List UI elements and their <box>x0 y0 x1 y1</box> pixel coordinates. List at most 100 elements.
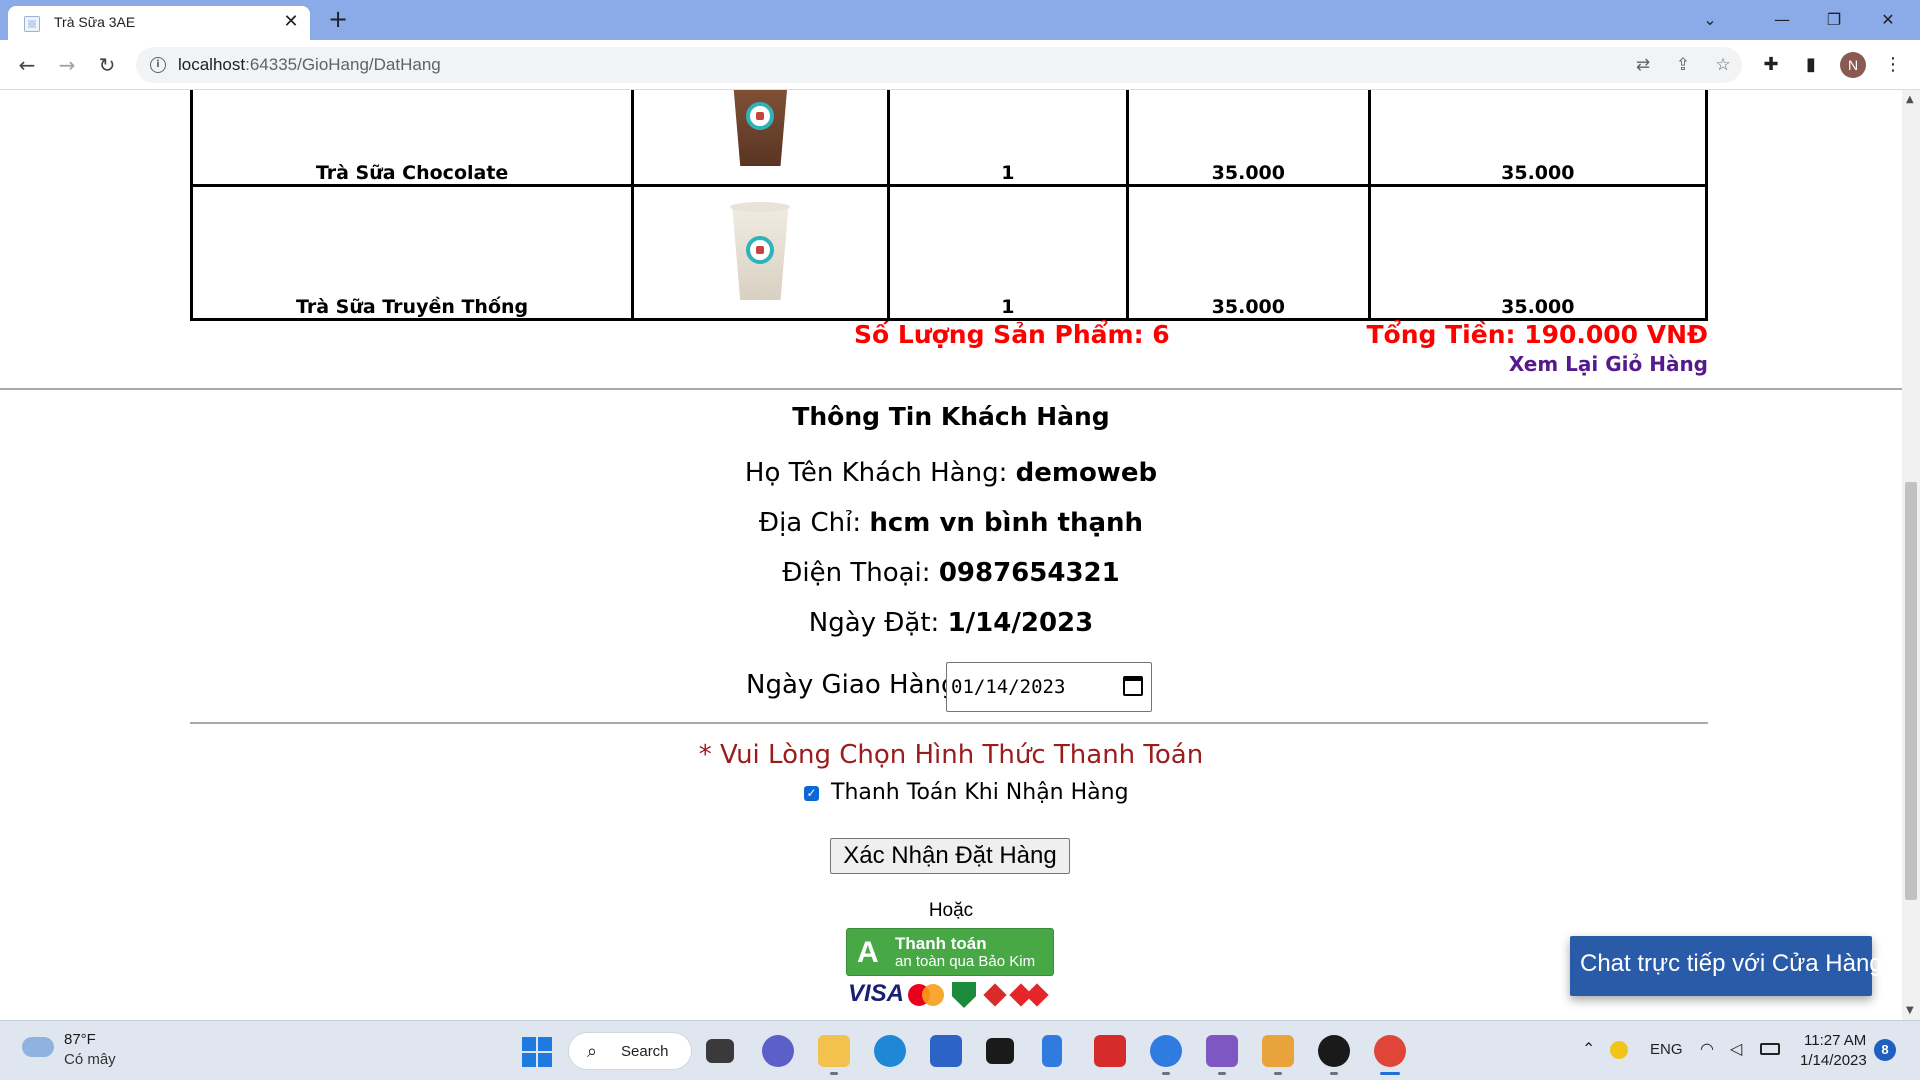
close-window-icon[interactable]: ✕ <box>1868 6 1908 34</box>
customer-name-value: demoweb <box>1015 458 1158 488</box>
confirm-order-button[interactable]: Xác Nhận Đặt Hàng <box>830 838 1070 874</box>
bank-shield-logo-icon <box>952 982 976 1008</box>
reload-icon[interactable]: ↻ <box>94 52 120 78</box>
browser-tab[interactable]: Trà Sữa 3AE ✕ <box>8 6 310 40</box>
battery-icon[interactable] <box>1760 1043 1780 1055</box>
product-price: 35.000 <box>1126 184 1371 321</box>
new-tab-icon[interactable]: + <box>326 7 350 32</box>
teams-chat-icon[interactable] <box>762 1035 794 1067</box>
profile-avatar[interactable]: N <box>1840 52 1866 78</box>
windows-taskbar: 87°F Có mây ⌕ Search ⌃ ENG ◠ ◁ 11:27 AM … <box>0 1020 1920 1080</box>
product-quantity: 1 <box>886 184 1130 321</box>
update-notification-icon[interactable] <box>1610 1041 1628 1059</box>
delivery-date-input[interactable]: 01/14/2023 <box>946 662 1152 712</box>
baokim-line-1: Thanh toán <box>895 934 987 953</box>
minimize-icon[interactable]: — <box>1762 6 1802 34</box>
screen-recorder-icon[interactable] <box>1318 1035 1350 1067</box>
browser-menu-icon[interactable]: ⋮ <box>1880 52 1906 78</box>
baokim-payment-button[interactable]: A Thanh toán an toàn qua Bảo Kim <box>846 928 1054 976</box>
dropbox-icon[interactable] <box>986 1038 1014 1064</box>
mastercard-logo-icon <box>908 984 944 1006</box>
total-price-summary: Tổng Tiền: 190.000 VNĐ <box>1366 320 1709 349</box>
edge-browser-icon[interactable] <box>874 1035 906 1067</box>
microsoft-store-icon[interactable] <box>930 1035 962 1067</box>
tools-app-icon[interactable] <box>1262 1035 1294 1067</box>
order-date-value: 1/14/2023 <box>947 608 1094 638</box>
address-bar[interactable]: i localhost:64335/GioHang/DatHang ⇄ ⇪ ☆ <box>136 47 1742 83</box>
customer-address-row: Địa Chỉ: hcm vn bình thạnh <box>0 508 1902 538</box>
side-panel-icon[interactable]: ▮ <box>1798 52 1824 78</box>
notification-badge[interactable]: 8 <box>1874 1039 1896 1061</box>
product-image <box>732 90 789 166</box>
running-indicator <box>830 1072 838 1075</box>
browser-toolbar: ← → ↻ i localhost:64335/GioHang/DatHang … <box>0 40 1920 90</box>
tab-search-chevron-icon[interactable]: ⌄ <box>1690 6 1730 34</box>
baokim-logo-icon: A <box>857 936 879 969</box>
wps-office-icon[interactable] <box>1094 1035 1126 1067</box>
product-count-summary: Số Lượng Sản Phẩm: 6 <box>854 320 1170 349</box>
page-viewport: Trà Sữa Chocolate 1 35.000 35.000 Trà Sữ… <box>0 90 1902 1020</box>
weather-temperature[interactable]: 87°F <box>64 1031 96 1048</box>
task-view-icon[interactable] <box>706 1039 734 1063</box>
product-name: Trà Sữa Chocolate <box>189 90 635 187</box>
input-language[interactable]: ENG <box>1650 1041 1683 1058</box>
translate-icon[interactable]: ⇄ <box>1632 54 1654 76</box>
chrome-browser-icon[interactable] <box>1374 1035 1406 1067</box>
review-cart-link[interactable]: Xem Lại Giỏ Hàng <box>1509 352 1708 376</box>
visual-studio-icon[interactable] <box>1206 1035 1238 1067</box>
card-network-logo-icon <box>1025 983 1049 1007</box>
customer-name-row: Họ Tên Khách Hàng: demoweb <box>0 458 1902 488</box>
payment-method-prompt: * Vui Lòng Chọn Hình Thức Thanh Toán <box>698 740 1204 770</box>
url-host: localhost <box>178 55 246 74</box>
restore-icon[interactable]: ❐ <box>1814 6 1854 34</box>
customer-phone-row: Điện Thoại: 0987654321 <box>0 558 1902 588</box>
product-name: Trà Sữa Truyền Thống <box>189 184 635 321</box>
clock-time[interactable]: 11:27 AM <box>1804 1032 1866 1049</box>
share-icon[interactable]: ⇪ <box>1672 54 1694 76</box>
taskbar-search-button[interactable]: ⌕ Search <box>568 1032 692 1070</box>
customer-phone-label: Điện Thoại: <box>782 558 939 588</box>
product-quantity: 1 <box>886 90 1130 187</box>
baokim-line-2: an toàn qua Bảo Kim <box>895 953 1036 970</box>
page-favicon-icon <box>24 16 40 32</box>
delivery-date-value: 01/14/2023 <box>951 676 1066 698</box>
lightning-app-icon[interactable] <box>1042 1035 1062 1067</box>
volume-icon[interactable]: ◁ <box>1730 1039 1742 1059</box>
active-indicator <box>1380 1072 1400 1075</box>
customer-info-title: Thông Tin Khách Hàng <box>792 402 1110 431</box>
running-indicator <box>1218 1072 1226 1075</box>
back-arrow-icon[interactable]: ← <box>14 52 40 78</box>
scrollbar-thumb[interactable] <box>1905 482 1917 900</box>
site-info-icon[interactable]: i <box>150 57 166 73</box>
clock-date[interactable]: 1/14/2023 <box>1800 1052 1867 1069</box>
running-indicator <box>1274 1072 1282 1075</box>
cod-checkbox[interactable]: ✓ <box>804 786 819 801</box>
live-chat-button[interactable]: Chat trực tiếp với Cửa Hàng <box>1570 936 1883 996</box>
product-image <box>730 200 791 300</box>
show-hidden-icons-chevron-icon[interactable]: ⌃ <box>1582 1039 1595 1059</box>
zalo-icon[interactable] <box>1150 1035 1182 1067</box>
product-price: 35.000 <box>1126 90 1371 187</box>
scroll-down-arrow-icon[interactable]: ▼ <box>1906 1005 1914 1016</box>
page-scrollbar[interactable]: ▲ ▼ <box>1902 90 1920 1020</box>
scroll-up-arrow-icon[interactable]: ▲ <box>1906 94 1914 105</box>
delivery-date-label: Ngày Giao Hàng: <box>746 670 967 700</box>
windows-start-icon[interactable] <box>522 1037 552 1067</box>
file-explorer-icon[interactable] <box>818 1035 850 1067</box>
cloudy-weather-icon[interactable] <box>22 1037 54 1057</box>
url-text[interactable]: localhost:64335/GioHang/DatHang <box>178 55 441 75</box>
calendar-icon[interactable] <box>1123 676 1143 696</box>
order-date-label: Ngày Đặt: <box>808 608 948 638</box>
extensions-puzzle-icon[interactable]: ✚ <box>1758 52 1784 78</box>
cart-table: Trà Sữa Chocolate 1 35.000 35.000 Trà Sữ… <box>189 90 1709 321</box>
weather-description[interactable]: Có mây <box>64 1051 116 1068</box>
product-subtotal: 35.000 <box>1367 90 1709 187</box>
product-image-cell <box>631 90 890 187</box>
bookmark-star-icon[interactable]: ☆ <box>1712 54 1734 76</box>
cod-payment-option[interactable]: ✓ Thanh Toán Khi Nhận Hàng <box>804 780 1129 805</box>
wifi-icon[interactable]: ◠ <box>1700 1039 1714 1059</box>
customer-address-label: Địa Chỉ: <box>758 508 870 538</box>
close-tab-icon[interactable]: ✕ <box>280 11 302 33</box>
product-image-cell <box>631 184 890 321</box>
forward-arrow-icon[interactable]: → <box>54 52 80 78</box>
